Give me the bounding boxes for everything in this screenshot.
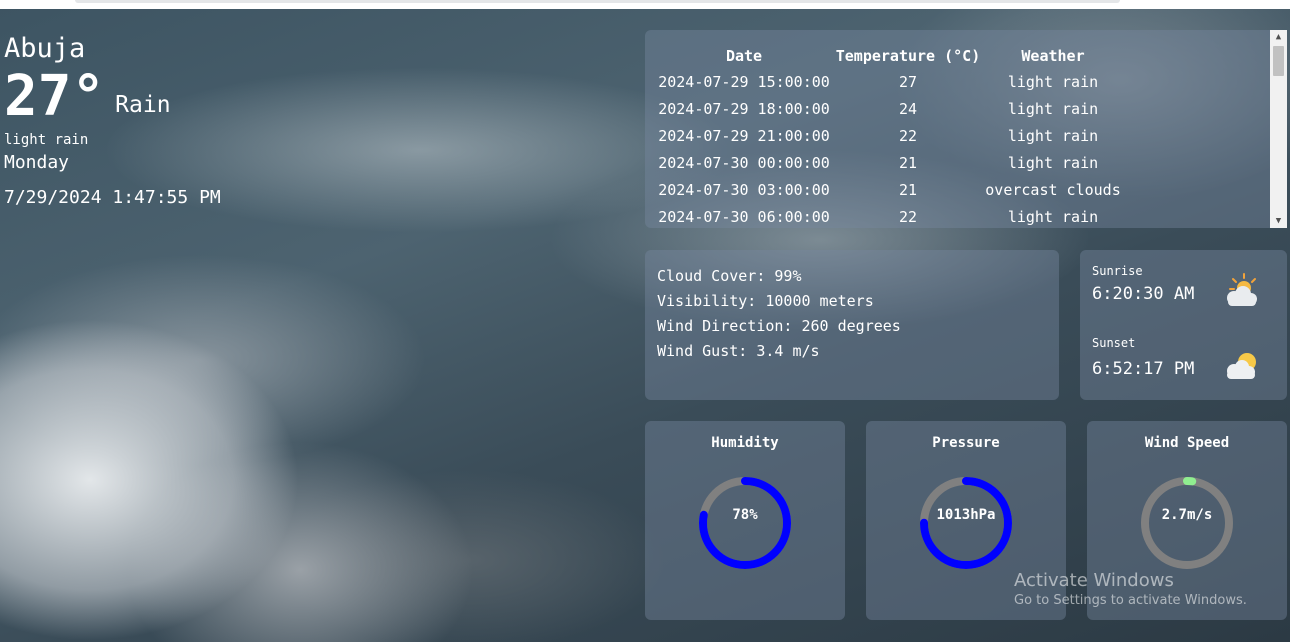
forecast-table-panel[interactable]: Date Temperature (°C) Weather 2024-07-29… bbox=[645, 30, 1287, 228]
table-row: 2024-07-29 18:00:00 24 light rain bbox=[655, 95, 1123, 122]
watermark-subtitle: Go to Settings to activate Windows. bbox=[1014, 593, 1247, 608]
pressure-title: Pressure bbox=[932, 435, 1000, 451]
cell-weather: overcast clouds bbox=[985, 180, 1121, 199]
pressure-value: 1013hPa bbox=[936, 507, 996, 523]
current-datetime: 7/29/2024 1:47:55 PM bbox=[4, 187, 221, 208]
forecast-scrollbar[interactable]: ▲ ▼ bbox=[1270, 30, 1287, 228]
activate-windows-watermark: Activate Windows Go to Settings to activ… bbox=[1014, 570, 1247, 608]
temperature-row: 27° Rain bbox=[4, 68, 221, 126]
column-header-weather: Weather bbox=[1021, 47, 1085, 65]
table-row: 2024-07-30 06:00:00 22 light rain bbox=[655, 203, 1123, 228]
cell-date: 2024-07-29 15:00:00 bbox=[658, 72, 830, 91]
cell-weather: light rain bbox=[1007, 99, 1099, 118]
table-header-row: Date Temperature (°C) Weather bbox=[655, 44, 1123, 68]
cell-date: 2024-07-29 18:00:00 bbox=[658, 99, 830, 118]
sunset-icon bbox=[1227, 353, 1256, 379]
humidity-panel: Humidity 78% bbox=[645, 421, 845, 620]
visibility: Visibility: 10000 meters bbox=[657, 292, 874, 310]
wind-speed-title: Wind Speed bbox=[1144, 435, 1230, 451]
cell-temperature: 27 bbox=[898, 72, 918, 91]
weather-details-panel: Cloud Cover: 99% Visibility: 10000 meter… bbox=[645, 250, 1059, 400]
cell-date: 2024-07-30 06:00:00 bbox=[658, 207, 830, 226]
cell-temperature: 21 bbox=[898, 153, 918, 172]
wind-gust: Wind Gust: 3.4 m/s bbox=[657, 342, 820, 360]
cell-weather: light rain bbox=[1007, 126, 1099, 145]
sunrise-label: Sunrise bbox=[1092, 264, 1143, 278]
humidity-title: Humidity bbox=[711, 435, 779, 451]
watermark-title: Activate Windows bbox=[1014, 570, 1174, 591]
cell-date: 2024-07-29 21:00:00 bbox=[658, 126, 830, 145]
humidity-gauge bbox=[699, 477, 791, 569]
browser-top-bar bbox=[0, 0, 1290, 9]
current-weather: Abuja 27° Rain light rain Monday 7/29/20… bbox=[4, 32, 221, 208]
cell-weather: light rain bbox=[1007, 72, 1099, 91]
humidity-value: 78% bbox=[732, 507, 758, 523]
wind-speed-gauge bbox=[1141, 477, 1233, 569]
sunrise-time: 6:20:30 AM bbox=[1092, 284, 1195, 304]
cell-temperature: 22 bbox=[898, 126, 918, 145]
cell-date: 2024-07-30 03:00:00 bbox=[658, 180, 830, 199]
sunrise-icon bbox=[1227, 273, 1257, 306]
address-bar-edge bbox=[75, 0, 1120, 3]
scroll-thumb[interactable] bbox=[1273, 46, 1284, 76]
city-name: Abuja bbox=[4, 33, 86, 64]
column-header-date: Date bbox=[725, 47, 763, 65]
cloud-cover: Cloud Cover: 99% bbox=[657, 267, 802, 285]
column-header-temperature: Temperature (°C) bbox=[835, 47, 981, 65]
cell-weather: light rain bbox=[1007, 153, 1099, 172]
weather-condition: Rain bbox=[115, 92, 171, 118]
pressure-gauge bbox=[920, 477, 1012, 569]
cell-temperature: 22 bbox=[898, 207, 918, 226]
sunset-label: Sunset bbox=[1092, 336, 1136, 350]
table-row: 2024-07-29 15:00:00 27 light rain bbox=[655, 68, 1123, 95]
scroll-up-arrow-icon[interactable]: ▲ bbox=[1270, 30, 1287, 44]
cell-temperature: 21 bbox=[898, 180, 918, 199]
scroll-down-arrow-icon[interactable]: ▼ bbox=[1270, 214, 1287, 228]
wind-direction: Wind Direction: 260 degrees bbox=[657, 317, 901, 335]
sun-times-panel: Sunrise 6:20:30 AM Sunset 6:52:17 PM bbox=[1080, 250, 1287, 400]
cell-weather: light rain bbox=[1007, 207, 1099, 226]
cell-date: 2024-07-30 00:00:00 bbox=[658, 153, 830, 172]
table-row: 2024-07-30 00:00:00 21 light rain bbox=[655, 149, 1123, 176]
wind-speed-gauge-track bbox=[1141, 477, 1233, 569]
weather-description: light rain bbox=[4, 132, 89, 148]
cell-temperature: 24 bbox=[898, 99, 918, 118]
sunset-time: 6:52:17 PM bbox=[1092, 359, 1195, 379]
table-row: 2024-07-30 03:00:00 21 overcast clouds bbox=[655, 176, 1123, 203]
current-temperature: 27° bbox=[4, 64, 106, 129]
forecast-table: Date Temperature (°C) Weather 2024-07-29… bbox=[655, 44, 1123, 228]
wind-speed-value: 2.7m/s bbox=[1161, 507, 1213, 523]
weather-details-list: Cloud Cover: 99% Visibility: 10000 meter… bbox=[657, 264, 901, 364]
table-row: 2024-07-29 21:00:00 22 light rain bbox=[655, 122, 1123, 149]
weekday: Monday bbox=[4, 152, 70, 173]
